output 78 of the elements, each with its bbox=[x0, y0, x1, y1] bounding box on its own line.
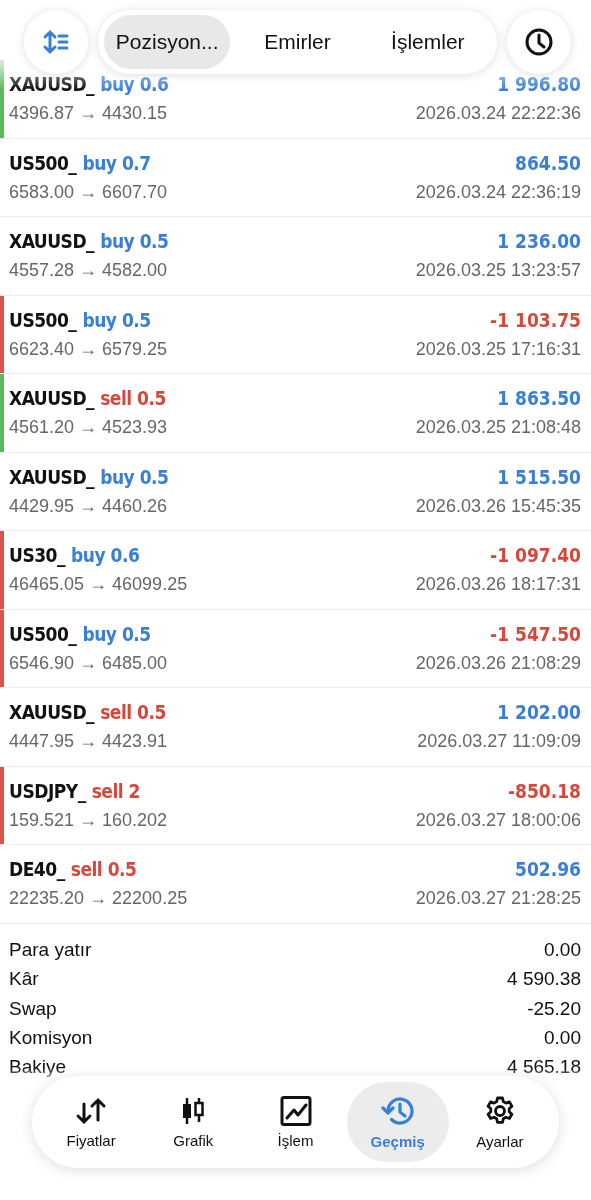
summary-label: Para yatır bbox=[9, 939, 92, 962]
price-range: 4447.95 → 4423.91 bbox=[9, 731, 168, 753]
trade-side-volume: buy 0.7 bbox=[82, 151, 151, 174]
price-range: 6623.40 → 6579.25 bbox=[9, 338, 168, 360]
trade-side-volume: buy 0.5 bbox=[82, 622, 151, 645]
history-icon bbox=[380, 1094, 415, 1127]
close-time: 2026.03.24 22:22:36 bbox=[415, 103, 581, 125]
price-range: 4429.95 → 4460.26 bbox=[9, 495, 168, 517]
summary-value: 0.00 bbox=[544, 939, 581, 962]
trade-side-volume: sell 0.5 bbox=[100, 701, 166, 724]
profit-value: 1 515.50 bbox=[497, 465, 581, 488]
profit-value: -1 547.50 bbox=[490, 622, 581, 645]
summary-label: Kâr bbox=[9, 968, 39, 991]
summary-label: Bakiye bbox=[9, 1056, 67, 1079]
close-time: 2026.03.25 13:23:57 bbox=[415, 260, 581, 282]
nav-tab[interactable]: Fiyatlar bbox=[40, 1082, 143, 1162]
profit-value: -1 103.75 bbox=[490, 308, 581, 331]
close-time: 2026.03.26 18:17:31 bbox=[415, 574, 581, 596]
tab[interactable]: Pozisyon... bbox=[104, 15, 231, 69]
summary-value: -25.20 bbox=[527, 997, 581, 1020]
symbol-label: US30_ bbox=[9, 544, 66, 567]
tab[interactable]: İşlemler bbox=[364, 15, 491, 69]
clock-icon bbox=[524, 27, 554, 57]
symbol-label: US500_ bbox=[9, 151, 77, 174]
price-range: 6583.00 → 6607.70 bbox=[9, 181, 168, 203]
price-range: 4396.87 → 4430.15 bbox=[9, 103, 168, 125]
close-time: 2026.03.27 18:00:06 bbox=[415, 809, 581, 831]
trade-side-volume: sell 0.5 bbox=[100, 387, 166, 410]
profit-value: 1 863.50 bbox=[497, 387, 581, 410]
trade-side-volume: sell 0.5 bbox=[70, 858, 137, 881]
close-time: 2026.03.25 17:16:31 bbox=[415, 338, 581, 360]
summary-label: Komisyon bbox=[9, 1027, 93, 1050]
symbol-label: DE40_ bbox=[9, 858, 65, 881]
trade-side-volume: buy 0.6 bbox=[71, 544, 140, 567]
summary-value: 4 590.38 bbox=[507, 968, 581, 991]
price-range: 159.521 → 160.202 bbox=[9, 809, 168, 831]
nav-tab[interactable]: İşlem bbox=[244, 1082, 347, 1162]
summary-value: 0.00 bbox=[544, 1027, 581, 1050]
price-range: 4557.28 → 4582.00 bbox=[9, 260, 168, 282]
symbol-label: US500_ bbox=[9, 308, 77, 331]
symbol-label: US500_ bbox=[9, 622, 77, 645]
symbol-label: USDJPY_ bbox=[9, 779, 86, 802]
tab[interactable]: Emirler bbox=[234, 15, 361, 69]
history-button[interactable] bbox=[507, 10, 571, 74]
profit-value: 1 236.00 bbox=[497, 230, 581, 253]
trade-side-volume: buy 0.5 bbox=[100, 465, 169, 488]
close-time: 2026.03.26 21:08:29 bbox=[415, 652, 581, 674]
price-range: 4561.20 → 4523.93 bbox=[9, 417, 168, 439]
profit-value: -850.18 bbox=[507, 779, 581, 802]
profit-value: 1 996.80 bbox=[497, 73, 581, 96]
close-time: 2026.03.27 21:28:25 bbox=[415, 888, 581, 910]
profit-value: 502.96 bbox=[515, 858, 581, 881]
profit-value: 864.50 bbox=[515, 151, 581, 174]
symbol-label: XAUUSD_ bbox=[9, 73, 95, 96]
close-time: 2026.03.26 15:45:35 bbox=[415, 495, 581, 517]
profit-value: -1 097.40 bbox=[490, 544, 581, 567]
symbol-label: XAUUSD_ bbox=[9, 701, 95, 724]
trade-side-volume: buy 0.5 bbox=[82, 308, 151, 331]
nav-tab[interactable]: Grafik bbox=[142, 1082, 245, 1162]
symbol-label: XAUUSD_ bbox=[9, 465, 95, 488]
symbol-label: XAUUSD_ bbox=[9, 230, 95, 253]
sort-button[interactable] bbox=[24, 10, 88, 74]
trade-side-volume: sell 2 bbox=[91, 779, 140, 802]
trade-side-volume: buy 0.5 bbox=[100, 230, 169, 253]
summary-label: Swap bbox=[9, 997, 57, 1020]
close-time: 2026.03.24 22:36:19 bbox=[415, 181, 581, 203]
price-range: 6546.90 → 6485.00 bbox=[9, 652, 168, 674]
price-range: 22235.20 → 22200.25 bbox=[9, 888, 188, 910]
nav-tab[interactable]: Ayarlar bbox=[448, 1082, 551, 1162]
profit-value: 1 202.00 bbox=[497, 701, 581, 724]
symbol-label: XAUUSD_ bbox=[9, 387, 95, 410]
summary-value: 4 565.18 bbox=[507, 1056, 581, 1079]
line-chart-icon bbox=[279, 1095, 312, 1126]
sort-icon bbox=[42, 29, 70, 55]
price-range: 46465.05 → 46099.25 bbox=[9, 574, 188, 596]
close-time: 2026.03.27 11:09:09 bbox=[417, 731, 581, 753]
trade-side-volume: buy 0.6 bbox=[100, 73, 169, 96]
close-time: 2026.03.25 21:08:48 bbox=[415, 417, 581, 439]
